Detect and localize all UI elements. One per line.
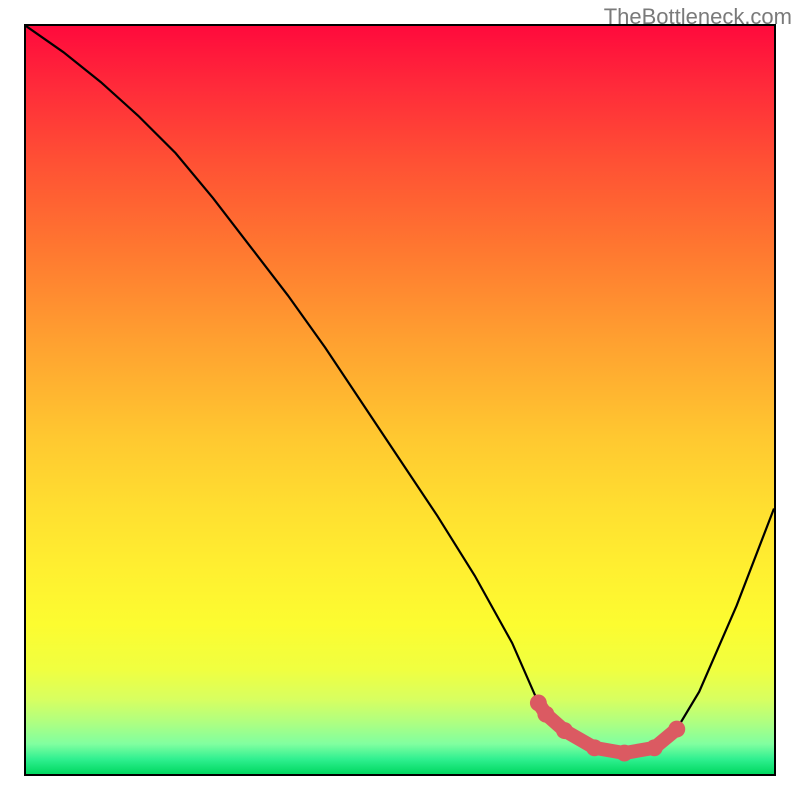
watermark-label: TheBottleneck.com xyxy=(604,4,792,30)
plot-area xyxy=(24,24,776,776)
highlight-dot xyxy=(646,739,663,756)
chart-container: TheBottleneck.com xyxy=(0,0,800,800)
highlight-dot xyxy=(586,739,603,756)
chart-svg xyxy=(26,26,774,774)
bottleneck-curve xyxy=(26,26,774,753)
highlight-dot xyxy=(668,721,685,738)
highlight-dot xyxy=(537,706,554,723)
highlight-dots xyxy=(530,694,685,761)
highlight-dot xyxy=(556,722,573,739)
highlight-dot xyxy=(616,745,633,762)
